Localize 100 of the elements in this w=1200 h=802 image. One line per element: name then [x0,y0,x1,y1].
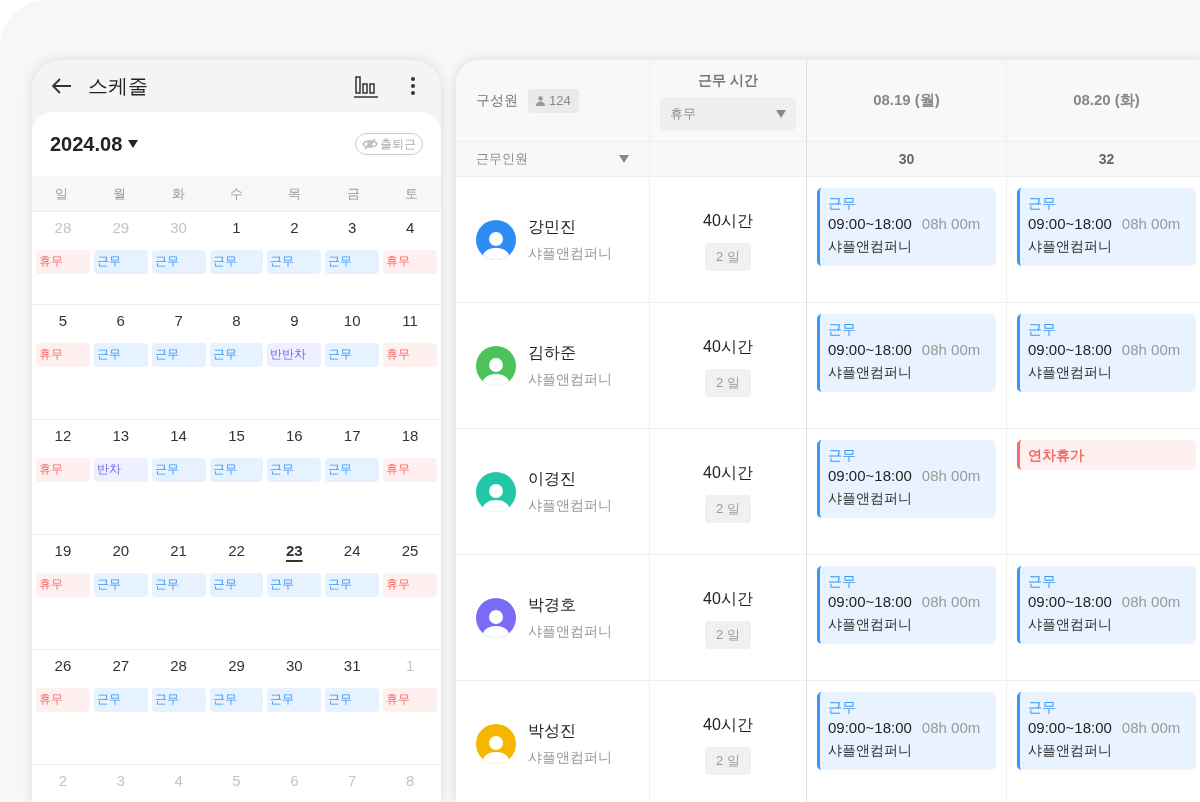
bar-chart-icon[interactable] [353,74,379,98]
schedule-tag[interactable]: 반반차 [267,343,322,367]
calendar-date[interactable]: 26 [54,654,72,678]
calendar-date[interactable]: 10 [343,309,361,333]
calendar-date[interactable]: 30 [170,216,187,240]
calendar-date[interactable]: 27 [112,654,130,678]
schedule-tag[interactable]: 근무 [325,250,380,274]
calendar-date[interactable]: 2 [290,216,299,240]
calendar-date[interactable]: 8 [405,769,415,793]
schedule-tag[interactable]: 휴무 [383,688,437,712]
calendar-date[interactable]: 12 [54,424,72,448]
calendar-date[interactable]: 6 [116,309,125,333]
filter-dropdown[interactable]: 휴무 [660,97,796,131]
shift-card[interactable]: 근무 09:00~18:00 08h 00m 샤플앤컴퍼니 [1017,692,1196,770]
calendar-date[interactable]: 6 [290,769,299,793]
shift-card[interactable]: 근무 09:00~18:00 08h 00m 샤플앤컴퍼니 [1017,188,1196,266]
schedule-tag[interactable]: 휴무 [36,343,90,367]
schedule-tag[interactable]: 휴무 [383,458,437,482]
calendar-date[interactable]: 20 [112,539,130,563]
calendar-date[interactable]: 31 [343,654,361,678]
calendar-date[interactable]: 3 [348,216,357,240]
schedule-tag[interactable]: 근무 [93,688,148,712]
calendar-date[interactable]: 4 [405,216,415,240]
workdays-badge: 2 일 [705,494,751,523]
schedule-tag[interactable]: 근무 [209,458,264,482]
schedule-tag[interactable]: 근무 [325,343,380,367]
calendar-date[interactable]: 4 [174,769,183,793]
shift-location: 샤플앤컴퍼니 [828,237,913,256]
schedule-tag[interactable]: 근무 [267,688,322,712]
calendar-date[interactable]: 16 [286,424,303,448]
schedule-tag[interactable]: 근무 [325,688,380,712]
calendar-date[interactable]: 8 [232,309,241,333]
schedule-tag[interactable]: 반차 [93,458,148,482]
schedule-tag[interactable]: 휴무 [383,250,437,274]
calendar-date[interactable]: 2 [58,769,68,793]
schedule-tag[interactable]: 근무 [209,250,264,274]
today-date[interactable]: 23 [286,539,303,563]
schedule-tag[interactable]: 휴무 [36,688,90,712]
shift-card[interactable]: 근무 09:00~18:00 08h 00m 샤플앤컴퍼니 [1017,566,1196,644]
calendar-date[interactable]: 1 [405,654,415,678]
calendar-date[interactable]: 29 [112,216,130,240]
calendar-date[interactable]: 25 [401,539,419,563]
calendar-date[interactable]: 7 [348,769,357,793]
calendar-date[interactable]: 22 [228,539,245,563]
calendar-date[interactable]: 30 [286,654,303,678]
shift-time: 09:00~18:00 [1028,214,1112,234]
calendar-date[interactable]: 5 [58,309,68,333]
schedule-tag[interactable]: 근무 [151,688,206,712]
schedule-tag[interactable]: 근무 [325,458,380,482]
leave-tag[interactable]: 연차휴가 [1017,440,1196,470]
schedule-tag[interactable]: 근무 [267,573,322,597]
calendar-date[interactable]: 9 [290,309,299,333]
schedule-tag[interactable]: 휴무 [36,573,90,597]
shift-card[interactable]: 근무 09:00~18:00 08h 00m 샤플앤컴퍼니 [817,188,996,266]
calendar-date[interactable]: 18 [401,424,419,448]
member-filter-dropdown[interactable]: 근무인원 [456,142,650,176]
calendar-date[interactable]: 29 [228,654,245,678]
calendar-date[interactable]: 28 [54,216,72,240]
shift-card[interactable]: 근무 09:00~18:00 08h 00m 샤플앤컴퍼니 [817,440,996,518]
schedule-tag[interactable]: 휴무 [383,343,437,367]
schedule-tag[interactable]: 근무 [209,343,264,367]
schedule-tag[interactable]: 근무 [93,250,148,274]
schedule-tag[interactable]: 근무 [209,573,264,597]
calendar-date[interactable]: 5 [232,769,241,793]
schedule-tag[interactable]: 근무 [151,458,206,482]
calendar-date[interactable]: 13 [112,424,130,448]
schedule-tag[interactable]: 휴무 [383,573,437,597]
calendar-date[interactable]: 7 [174,309,183,333]
calendar-date[interactable]: 19 [54,539,72,563]
schedule-tag[interactable]: 근무 [93,343,148,367]
calendar-date[interactable]: 21 [170,539,187,563]
calendar-date[interactable]: 11 [402,309,418,333]
schedule-tag[interactable]: 근무 [267,458,322,482]
shift-location: 샤플앤컴퍼니 [1028,237,1113,256]
member-name: 박성진 [528,721,577,741]
shift-card[interactable]: 근무 09:00~18:00 08h 00m 샤플앤컴퍼니 [817,314,996,392]
schedule-tag[interactable]: 근무 [93,573,148,597]
schedule-tag[interactable]: 휴무 [36,458,90,482]
schedule-tag[interactable]: 휴무 [36,250,90,274]
calendar-date[interactable]: 15 [228,424,245,448]
shift-card[interactable]: 근무 09:00~18:00 08h 00m 샤플앤컴퍼니 [1017,314,1196,392]
schedule-tag[interactable]: 근무 [267,250,322,274]
calendar-date[interactable]: 1 [232,216,241,240]
schedule-tag[interactable]: 근무 [151,573,206,597]
calendar-date[interactable]: 17 [343,424,361,448]
schedule-tag[interactable]: 근무 [325,573,380,597]
calendar-date[interactable]: 14 [170,424,187,448]
schedule-tag[interactable]: 근무 [151,250,206,274]
schedule-tag[interactable]: 근무 [209,688,264,712]
shift-card[interactable]: 근무 09:00~18:00 08h 00m 샤플앤컴퍼니 [817,566,996,644]
weekday-label: 목 [287,184,303,203]
shift-location: 샤플앤컴퍼니 [1028,741,1113,760]
calendar-date[interactable]: 3 [116,769,125,793]
calendar-date[interactable]: 24 [343,539,361,563]
shift-card[interactable]: 근무 09:00~18:00 08h 00m 샤플앤컴퍼니 [817,692,996,770]
weekday-label: 금 [345,184,361,203]
company-name: 샤플앤컴퍼니 [528,496,612,515]
month-selector[interactable]: 2024.08 [50,129,139,159]
calendar-date[interactable]: 28 [170,654,187,678]
schedule-tag[interactable]: 근무 [151,343,206,367]
